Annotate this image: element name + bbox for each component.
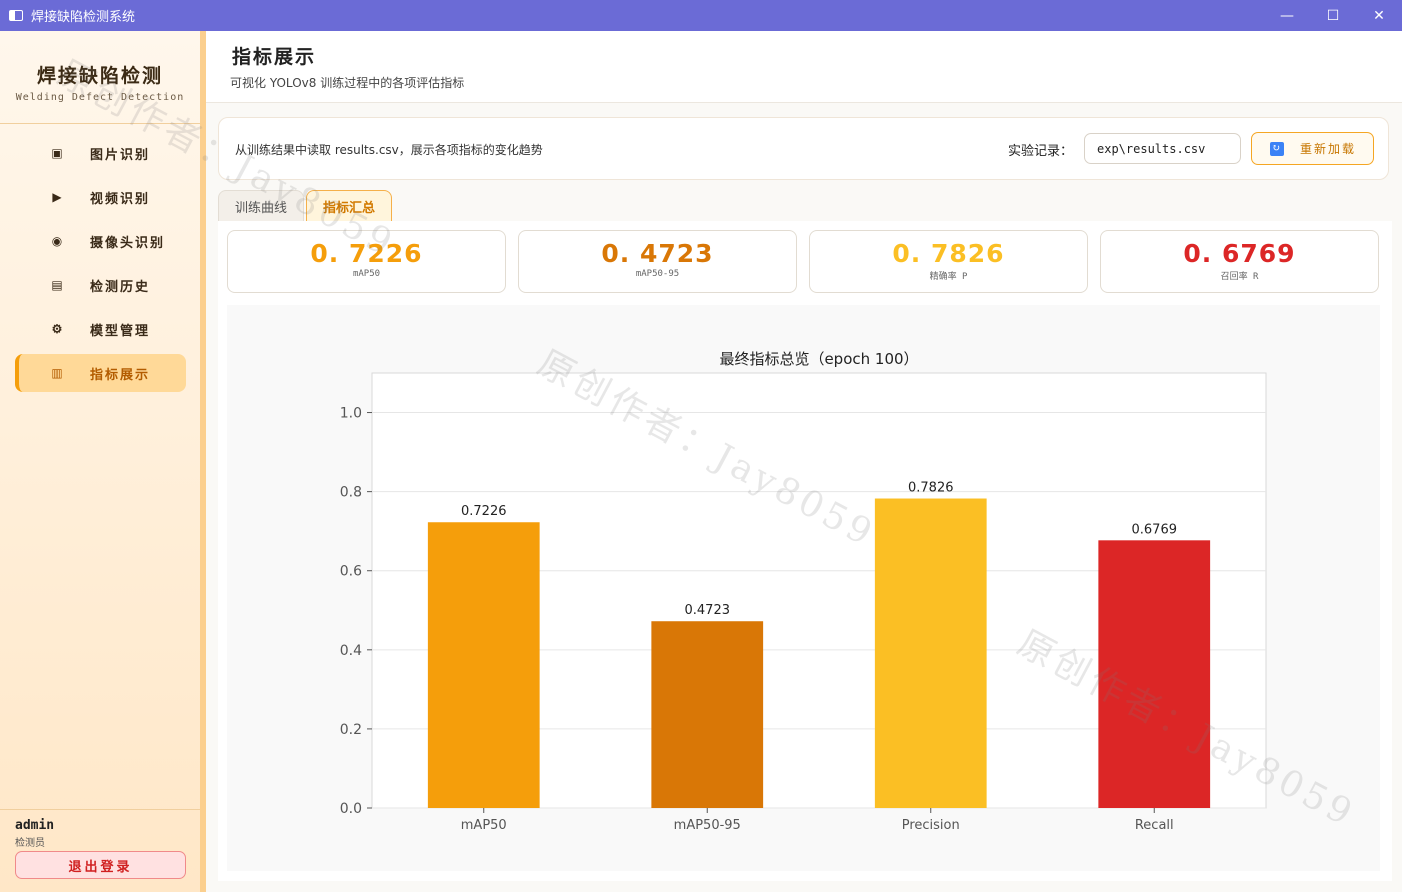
metric-cards: 0. 7226 mAP50 0. 4723 mAP50-95 0. 7826 精… bbox=[227, 230, 1380, 293]
metric-label: 精确率 P bbox=[929, 272, 968, 282]
bar bbox=[651, 621, 764, 808]
minimize-button[interactable]: — bbox=[1264, 0, 1310, 31]
sidebar-item-label: 摄像头识别 bbox=[90, 235, 166, 251]
image-icon: ▣ bbox=[51, 146, 65, 160]
data-label: 0.7226 bbox=[461, 504, 507, 519]
y-tick-label: 0.6 bbox=[340, 564, 362, 580]
bar-chart-icon: ▥ bbox=[51, 366, 65, 380]
y-tick-label: 0.8 bbox=[340, 485, 362, 501]
brand-divider bbox=[0, 123, 200, 124]
sidebar-nav: ▣ 图片识别 ▶ 视频识别 ◉ 摄像头识别 ▤ 检测历史 ⚙ 模型管理 ▥ 指标展示 bbox=[15, 134, 186, 398]
maximize-button[interactable]: ☐ bbox=[1310, 0, 1356, 31]
window-title: 焊接缺陷检测系统 bbox=[31, 10, 136, 25]
gear-icon: ⚙ bbox=[51, 322, 65, 336]
x-tick-label: Recall bbox=[1135, 818, 1174, 833]
bar bbox=[874, 498, 987, 808]
video-icon: ▶ bbox=[52, 190, 64, 204]
metric-card-precision: 0. 7826 精确率 P bbox=[809, 230, 1088, 293]
refresh-icon: ↻ bbox=[1270, 141, 1284, 156]
window-controls: — ☐ ✕ bbox=[1264, 0, 1402, 31]
page-subtitle: 可视化 YOLOv8 训练过程中的各项评估指标 bbox=[230, 76, 465, 90]
experiment-select[interactable]: exp\results.csv bbox=[1084, 133, 1241, 164]
metric-value: 0. 4723 bbox=[601, 239, 714, 268]
user-info: admin 检测员 bbox=[0, 809, 200, 849]
sidebar-item-label: 检测历史 bbox=[90, 279, 151, 295]
close-button[interactable]: ✕ bbox=[1356, 0, 1402, 31]
toolbar-description: 从训练结果中读取 results.csv，展示各项指标的变化趋势 bbox=[235, 143, 543, 157]
metric-value: 0. 7226 bbox=[310, 239, 423, 268]
sidebar-item-label: 视频识别 bbox=[90, 191, 151, 207]
sidebar-item-gear[interactable]: ⚙ 模型管理 bbox=[15, 310, 186, 348]
bar bbox=[427, 522, 540, 808]
y-tick-label: 1.0 bbox=[340, 406, 362, 422]
chart-title: 最终指标总览（epoch 100） bbox=[719, 350, 918, 368]
sidebar-item-video[interactable]: ▶ 视频识别 bbox=[15, 178, 186, 216]
metric-label: mAP50 bbox=[352, 269, 381, 279]
x-tick-label: Precision bbox=[902, 818, 960, 833]
y-tick-label: 0.2 bbox=[340, 722, 362, 738]
y-tick-label: 0.0 bbox=[340, 801, 362, 817]
x-tick-label: mAP50-95 bbox=[674, 818, 741, 833]
sidebar-item-clipboard[interactable]: ▤ 检测历史 bbox=[15, 266, 186, 304]
brand-title: 焊接缺陷检测 bbox=[36, 65, 163, 87]
sidebar-item-label: 模型管理 bbox=[90, 323, 151, 339]
brand-subtitle: Welding Defect Detection bbox=[15, 92, 185, 103]
tab-panel: 0. 7226 mAP50 0. 4723 mAP50-95 0. 7826 精… bbox=[218, 221, 1392, 881]
experiment-label: 实验记录： bbox=[1008, 144, 1074, 159]
sidebar: 焊接缺陷检测 Welding Defect Detection ▣ 图片识别 ▶ 视频… bbox=[0, 31, 200, 892]
metric-card-map50: 0. 7226 mAP50 bbox=[227, 230, 506, 293]
metric-card-map50-95: 0. 4723 mAP50-95 bbox=[518, 230, 797, 293]
sidebar-item-label: 图片识别 bbox=[90, 147, 151, 163]
chart-svg: 0.0 0.2 0.4 0.6 0.8 1.0 0.7226 mAP50 0.4723 mAP50… bbox=[340, 350, 1267, 833]
data-label: 0.7826 bbox=[908, 481, 954, 496]
sidebar-item-camera[interactable]: ◉ 摄像头识别 bbox=[15, 222, 186, 260]
tab-bar: 训练曲线 指标汇总 bbox=[218, 190, 394, 222]
sidebar-item-image[interactable]: ▣ 图片识别 bbox=[15, 134, 186, 172]
x-tick-label: mAP50 bbox=[461, 818, 507, 833]
user-name: admin bbox=[15, 818, 55, 833]
sidebar-item-bar-chart[interactable]: ▥ 指标展示 bbox=[15, 354, 186, 392]
logout-button[interactable]: 退出登录 bbox=[15, 851, 186, 879]
page-header: 指标展示 可视化 YOLOv8 训练过程中的各项评估指标 bbox=[206, 31, 1402, 103]
main-content: 指标展示 可视化 YOLOv8 训练过程中的各项评估指标 从训练结果中读取 re… bbox=[206, 31, 1402, 892]
metrics-bar-chart: 0.0 0.2 0.4 0.6 0.8 1.0 0.7226 mAP50 0.4723 mAP50… bbox=[227, 305, 1380, 871]
metric-card-recall: 0. 6769 召回率 R bbox=[1100, 230, 1379, 293]
page-title: 指标展示 bbox=[232, 46, 317, 68]
metric-value: 0. 6769 bbox=[1183, 239, 1296, 268]
y-tick-label: 0.4 bbox=[340, 643, 362, 659]
toolbar: 从训练结果中读取 results.csv，展示各项指标的变化趋势 实验记录： e… bbox=[218, 117, 1389, 180]
title-bar: 焊接缺陷检测系统 — ☐ ✕ bbox=[0, 0, 1402, 31]
data-label: 0.6769 bbox=[1132, 522, 1178, 537]
sidebar-item-label: 指标展示 bbox=[90, 367, 151, 383]
data-label: 0.4723 bbox=[685, 603, 731, 618]
clipboard-icon: ▤ bbox=[51, 278, 65, 292]
brand: 焊接缺陷检测 Welding Defect Detection bbox=[0, 61, 200, 103]
metric-value: 0. 7826 bbox=[892, 239, 1005, 268]
metric-label: 召回率 R bbox=[1220, 272, 1259, 282]
app-window-icon bbox=[9, 10, 23, 21]
reload-label: 重新加载 bbox=[1300, 142, 1357, 156]
camera-icon: ◉ bbox=[51, 234, 65, 248]
metric-label: mAP50-95 bbox=[635, 269, 680, 279]
user-role: 检测员 bbox=[15, 838, 45, 849]
reload-button[interactable]: ↻ 重新加载 bbox=[1251, 132, 1374, 165]
tab-training-curves[interactable]: 训练曲线 bbox=[218, 190, 305, 222]
tab-metrics-summary[interactable]: 指标汇总 bbox=[306, 190, 393, 222]
bar bbox=[1098, 540, 1211, 808]
